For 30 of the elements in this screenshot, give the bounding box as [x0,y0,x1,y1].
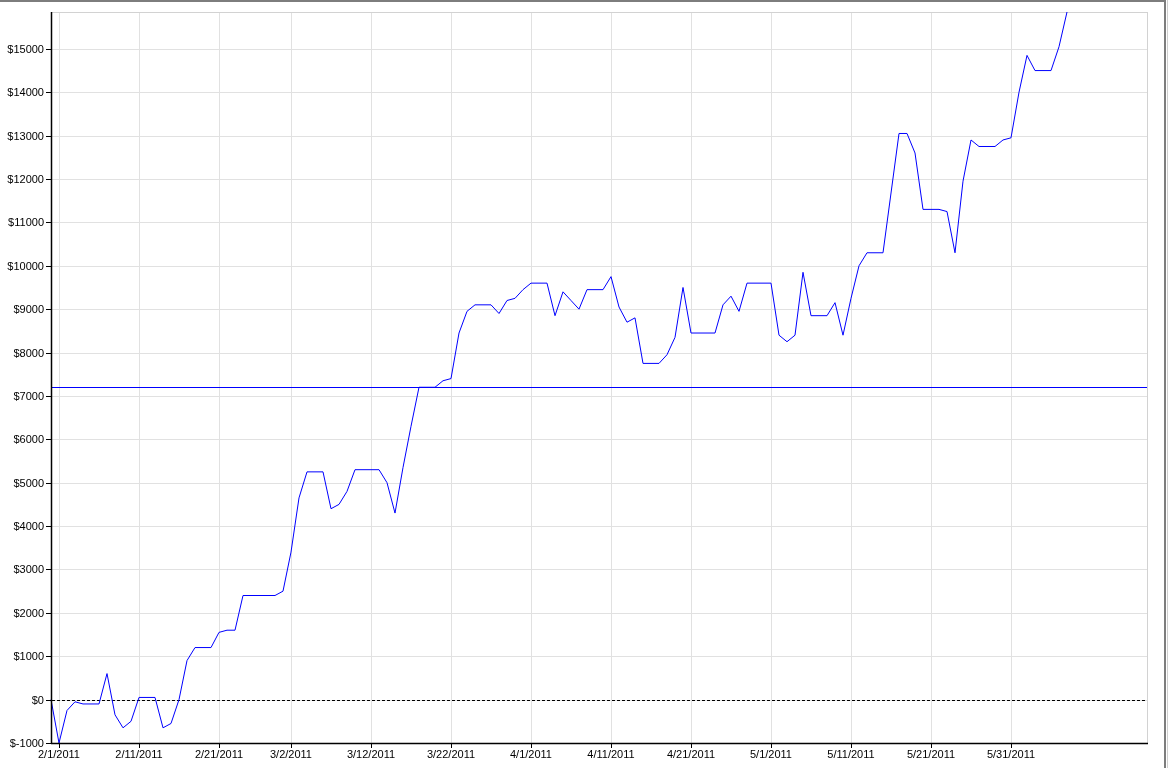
y-tick-label: $0 [31,693,44,706]
x-tick-label: 3/22/2011 [426,748,476,760]
y-tick-label: $8000 [13,346,44,359]
x-tick-label: 4/21/2011 [666,748,716,760]
y-tick-label: $13000 [7,129,44,142]
y-tick-label: $7000 [13,389,44,402]
y-tick-label: $2000 [13,606,44,619]
y-tick-label: $15000 [7,42,44,55]
x-tick-label: 5/11/2011 [827,748,875,760]
x-tick-label: 4/1/2011 [510,748,552,760]
x-tick-label: 2/1/2011 [38,748,80,760]
x-tick-label: 2/11/2011 [115,748,163,760]
y-tick-label: $9000 [13,303,44,316]
x-tick-label: 2/21/2011 [194,748,244,760]
y-tick-label: $3000 [13,563,44,576]
x-tick-label: 5/31/2011 [986,748,1036,760]
y-tick-label: $1000 [13,650,44,663]
x-tick-label: 3/2/2011 [270,748,312,760]
x-tick-label: 5/21/2011 [906,748,956,760]
y-tick-label: $12000 [7,173,44,185]
y-tick-label: $4000 [13,520,44,533]
y-tick-label: $10000 [7,259,44,272]
y-tick-label: $11000 [8,216,44,229]
x-tick-label: 4/11/2011 [587,748,635,760]
y-tick-label: $5000 [13,476,44,489]
x-tick-label: 3/12/2011 [346,748,396,760]
y-tick-label: $6000 [13,433,44,446]
x-tick-label: 5/1/2011 [750,748,792,760]
y-tick-label: $-1000 [9,737,44,749]
y-tick-label: $14000 [7,86,44,99]
